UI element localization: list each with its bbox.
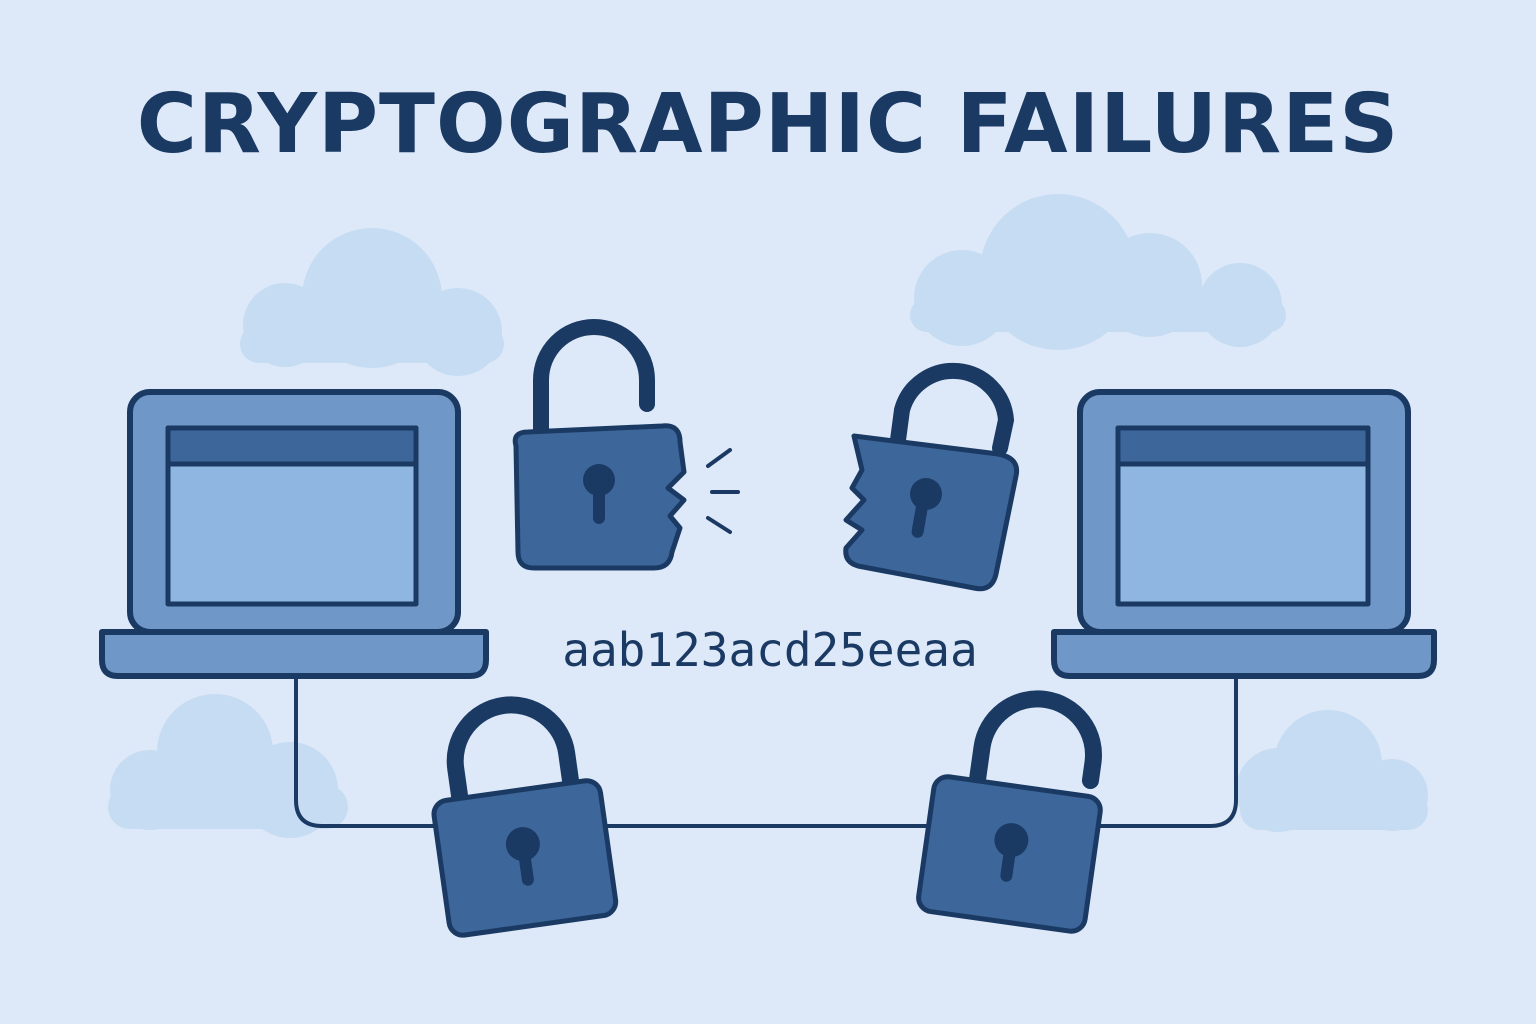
- page-title: CRYPTOGRAPHIC FAILURES: [137, 77, 1400, 172]
- broken-padlock-icon: [843, 362, 1020, 592]
- cloud-icon: [108, 694, 348, 838]
- diagram-canvas: CRYPTOGRAPHIC FAILURES aab123acd25eeaa: [99, 77, 1437, 938]
- cloud-icon: [1236, 710, 1428, 832]
- laptop-icon: [1051, 389, 1437, 679]
- crack-spark-icon: [706, 448, 740, 534]
- cloud-icon: [910, 194, 1286, 350]
- cloud-icon: [240, 228, 504, 376]
- laptop-icon: [99, 389, 489, 679]
- padlock-icon: [431, 696, 619, 938]
- open-padlock-icon: [916, 690, 1103, 934]
- broken-padlock-icon: [512, 319, 687, 571]
- ciphertext-string: aab123acd25eeaa: [562, 623, 977, 677]
